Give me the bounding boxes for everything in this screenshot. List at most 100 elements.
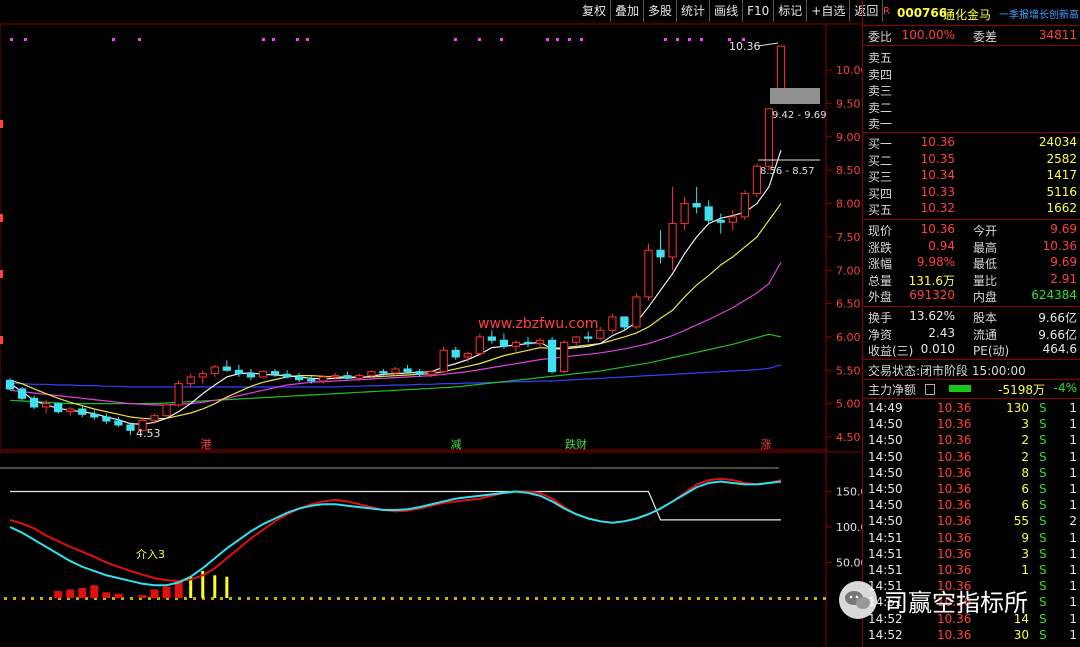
zero-dot xyxy=(814,597,817,600)
zero-dot xyxy=(364,597,367,600)
tick-row: 14:50 10.36 8 S 1 xyxy=(863,466,1080,482)
buy-row: 买四 10.33 5116 xyxy=(863,185,1080,201)
tick-s: S xyxy=(1039,514,1047,529)
edge-marker xyxy=(0,120,3,128)
ind-axis-label: 150.0 xyxy=(836,486,862,499)
candle-body xyxy=(439,349,448,373)
zero-dot xyxy=(643,597,646,600)
buy-label: 买四 xyxy=(868,186,893,201)
quote-value: 0.94 xyxy=(928,238,955,253)
zero-dot xyxy=(148,597,151,600)
tick-v: 130 xyxy=(1006,401,1029,415)
price-axis-label: 7.00 xyxy=(836,264,861,277)
tick-s: S xyxy=(1039,530,1047,545)
toolbar-btn-5[interactable]: F10 xyxy=(743,0,775,22)
gap-box xyxy=(770,88,820,104)
stat-label-2: 流通 xyxy=(973,327,998,342)
quote-value: 131.6万 xyxy=(908,273,955,288)
top-marker xyxy=(262,38,265,41)
main-flow-label: 主力净额 xyxy=(868,383,917,397)
site-label: www.zbzfwu.com xyxy=(478,316,598,332)
tick-p: 10.36 xyxy=(937,530,972,545)
tick-v: 2 xyxy=(1021,433,1029,448)
sell-label: 卖二 xyxy=(868,100,893,115)
tick-p: 10.36 xyxy=(937,546,972,561)
stat-label: 换手 xyxy=(868,311,893,325)
quote-label-2: 今开 xyxy=(973,224,998,238)
toolbar-btn-6[interactable]: 标记 xyxy=(774,0,808,22)
tick-t: 14:50 xyxy=(868,498,903,513)
buy-label: 买三 xyxy=(868,170,893,185)
toolbar-btn-7[interactable]: +自选 xyxy=(807,0,851,22)
zero-dot xyxy=(436,597,439,600)
tick-t: 14:51 xyxy=(868,563,903,577)
tick-p: 10.36 xyxy=(937,401,972,415)
event-tag: 涨 xyxy=(761,438,772,451)
tick-p: 10.36 xyxy=(937,563,972,577)
top-marker xyxy=(10,38,13,41)
candle-body xyxy=(608,316,617,331)
candle-body xyxy=(307,379,316,382)
zero-dot xyxy=(517,597,520,600)
tick-v: 3 xyxy=(1021,417,1029,432)
candle-body xyxy=(584,336,593,339)
sell-row: 卖一 xyxy=(863,115,1080,131)
stat-value-2: 9.66亿 xyxy=(1038,327,1077,342)
tick-row: 14:51 10.36 1 S 1 xyxy=(863,563,1080,579)
zero-dot xyxy=(544,597,547,600)
top-marker xyxy=(454,38,457,41)
candle-body xyxy=(391,368,400,374)
tick-n: 1 xyxy=(1069,627,1077,642)
zero-dot xyxy=(625,597,628,600)
zero-dot xyxy=(481,597,484,600)
zero-dot xyxy=(292,597,295,600)
tick-row: 14:50 10.36 2 S 1 xyxy=(863,450,1080,466)
buy-price: 10.35 xyxy=(920,151,955,166)
zero-dot xyxy=(742,597,745,600)
sell-label: 卖三 xyxy=(868,84,893,99)
ind-bar xyxy=(138,595,147,598)
quote-row: 涨跌 0.94 最高 10.36 xyxy=(863,239,1080,255)
tick-n: 1 xyxy=(1069,498,1077,513)
toolbar-btn-4[interactable]: 画线 xyxy=(710,0,744,22)
tick-v: 1 xyxy=(1021,563,1029,577)
toolbar-btn-1[interactable]: 叠加 xyxy=(611,0,645,22)
tick-v: 30 xyxy=(1013,627,1029,642)
tick-s: S xyxy=(1039,433,1047,448)
zero-dot xyxy=(184,597,187,600)
top-marker xyxy=(676,38,679,41)
toolbar-btn-0[interactable]: 复权 xyxy=(578,0,612,22)
zero-dot xyxy=(688,597,691,600)
zero-dot xyxy=(418,597,421,600)
stat-label: 净资 xyxy=(868,327,893,342)
tick-t: 14:50 xyxy=(868,417,903,432)
candle-body xyxy=(162,404,171,417)
toolbar-btn-3[interactable]: 统计 xyxy=(677,0,711,22)
main-flow-row: 主力净额 -5198万 -4% xyxy=(863,381,1080,397)
ind-bar xyxy=(114,593,123,598)
zero-dot xyxy=(823,597,826,600)
toolbar-btn-2[interactable]: 多股 xyxy=(644,0,678,22)
candle-body xyxy=(692,203,701,208)
sell-row: 卖四 xyxy=(863,66,1080,82)
candle-body xyxy=(174,383,183,406)
candle-body xyxy=(415,371,424,375)
candle-body xyxy=(198,373,207,378)
candle-body xyxy=(210,366,219,375)
candle-body xyxy=(572,336,581,343)
tick-n: 1 xyxy=(1069,433,1077,448)
tick-row: 14:50 10.36 6 S 1 xyxy=(863,498,1080,514)
zero-dot xyxy=(382,597,385,600)
zero-dot xyxy=(409,597,412,600)
list-icon[interactable] xyxy=(925,384,935,395)
sell-label: 卖五 xyxy=(868,51,893,65)
price-axis-label: 8.00 xyxy=(836,198,861,211)
zero-dot xyxy=(229,597,232,600)
kline-chart[interactable]: 10.00 9.50 9.00 8.50 8.00 7.50 7.00 6.50 6.00 5.5… xyxy=(0,0,862,647)
candle-body xyxy=(270,371,280,375)
candle-body xyxy=(620,316,629,328)
high-pointer xyxy=(757,42,779,47)
quote-label: 涨幅 xyxy=(868,257,893,272)
main-flow-pct: -4% xyxy=(1053,381,1077,395)
candle-body xyxy=(78,408,87,415)
